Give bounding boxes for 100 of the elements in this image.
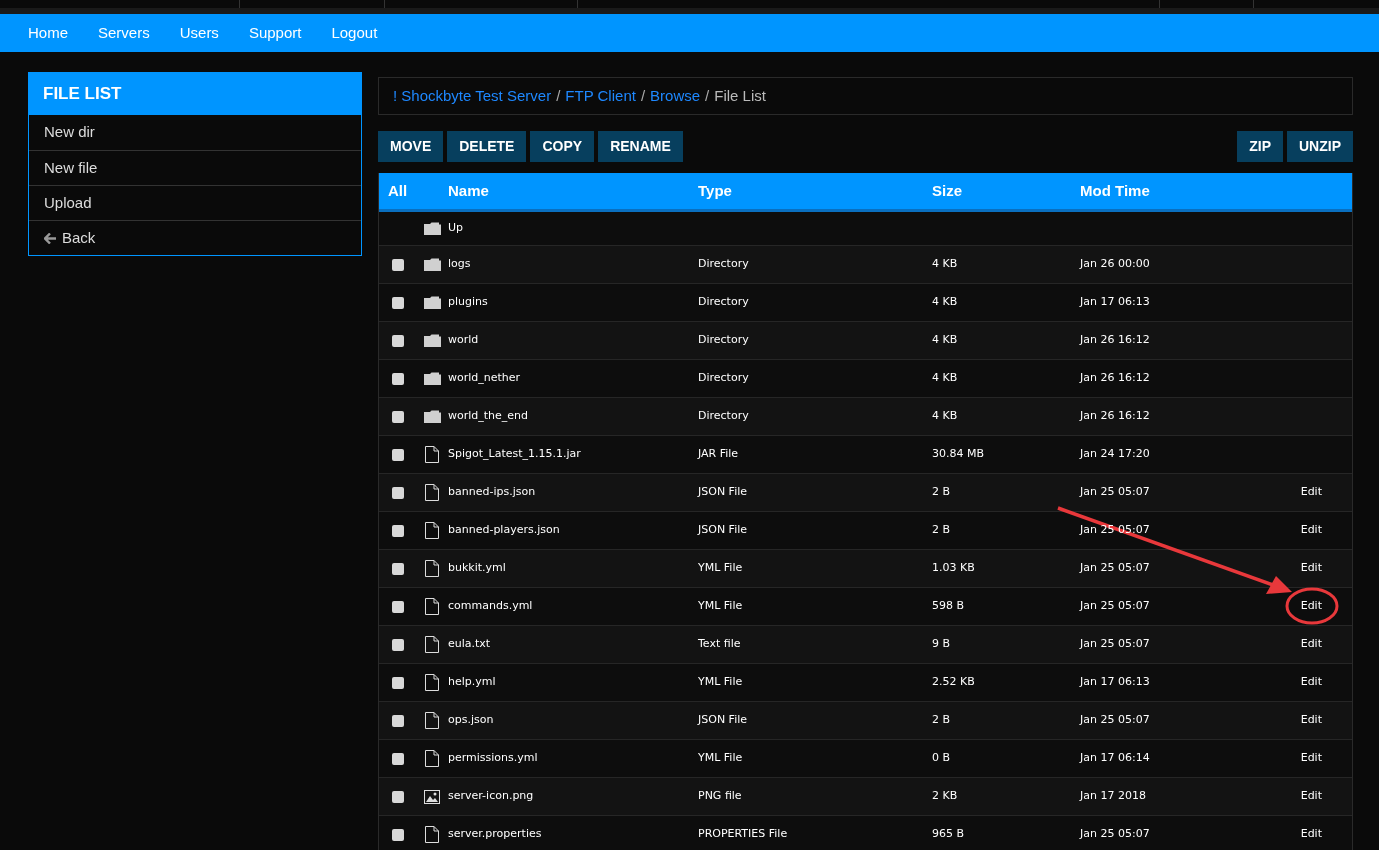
table-cell: 4 KB [932, 408, 958, 425]
table-cell: 9 B [932, 636, 951, 653]
edit-link[interactable]: Edit [1300, 674, 1322, 691]
up-link[interactable]: Up [448, 220, 464, 237]
file-icon [425, 598, 439, 615]
edit-link[interactable]: Edit [1300, 750, 1322, 767]
file-name-link[interactable]: plugins [448, 294, 488, 311]
checkbox[interactable] [391, 638, 404, 651]
table-cell: 4 KB [932, 294, 958, 311]
file-name-link[interactable]: help.yml [448, 674, 496, 691]
table-cell: Jan 25 05:07 [1080, 712, 1150, 729]
table-cell: YML File [698, 750, 743, 767]
table-cell: 2.52 KB [932, 674, 975, 691]
checkbox[interactable] [391, 828, 404, 841]
file-name-link[interactable]: eula.txt [448, 636, 491, 653]
checkbox[interactable] [391, 752, 404, 765]
toolbar-button[interactable]: MOVE [378, 131, 444, 162]
edit-link[interactable]: Edit [1300, 484, 1322, 501]
checkbox[interactable] [391, 296, 404, 309]
table-cell: Jan 25 05:07 [1080, 826, 1150, 843]
table-cell: Jan 26 16:12 [1080, 408, 1150, 425]
breadcrumb-separator: / [705, 85, 710, 106]
table-cell: 598 B [932, 598, 965, 615]
table-cell: Jan 17 06:13 [1080, 674, 1150, 691]
checkbox[interactable] [391, 790, 404, 803]
breadcrumb-link[interactable]: FTP Client [565, 84, 636, 108]
checkbox[interactable] [391, 486, 404, 499]
checkbox[interactable] [391, 714, 404, 727]
file-icon [425, 560, 439, 577]
breadcrumb-separator: / [556, 85, 561, 106]
table-cell: 2 KB [932, 788, 958, 805]
file-icon [425, 674, 439, 691]
table-cell: Directory [698, 256, 749, 273]
checkbox[interactable] [391, 258, 404, 271]
toolbar-button[interactable]: DELETE [447, 131, 527, 162]
breadcrumb-link[interactable]: ! Shockbyte Test Server [393, 84, 552, 108]
table-cell: Directory [698, 294, 749, 311]
file-icon [425, 636, 439, 653]
table-cell: Jan 17 2018 [1080, 788, 1146, 805]
table-cell: 4 KB [932, 332, 958, 349]
file-name-link[interactable]: world [448, 332, 479, 349]
table-cell: Directory [698, 370, 749, 387]
table-cell: Jan 17 06:13 [1080, 294, 1150, 311]
folder-icon [423, 296, 441, 309]
file-icon [425, 484, 439, 501]
column-header: Name [448, 180, 490, 201]
checkbox[interactable] [391, 524, 404, 537]
table-cell: Jan 25 05:07 [1080, 484, 1150, 501]
table-cell: 1.03 KB [932, 560, 975, 577]
file-name-link[interactable]: server.properties [448, 826, 542, 843]
file-name-link[interactable]: logs [448, 256, 471, 273]
file-icon [425, 446, 439, 463]
file-name-link[interactable]: world_nether [448, 370, 521, 387]
arrow-left-icon [44, 232, 56, 244]
table-cell: JSON File [698, 712, 748, 729]
breadcrumb-separator: / [640, 85, 646, 106]
folder-icon [423, 410, 441, 423]
file-icon [425, 522, 439, 539]
file-name-link[interactable]: ops.json [448, 712, 494, 729]
checkbox[interactable] [391, 562, 404, 575]
table-cell: Directory [698, 332, 749, 349]
toolbar-button[interactable]: COPY [530, 131, 595, 162]
sidebar-title: FILE LIST [29, 73, 361, 115]
table-cell: Jan 24 17:20 [1080, 446, 1150, 463]
table-cell: 0 B [932, 750, 951, 767]
checkbox[interactable] [391, 372, 404, 385]
breadcrumb-current: File List [714, 85, 766, 106]
edit-link[interactable]: Edit [1300, 598, 1322, 615]
folder-icon [423, 222, 441, 235]
toolbar-button[interactable]: ZIP [1237, 131, 1283, 162]
edit-link[interactable]: Edit [1300, 712, 1322, 729]
checkbox[interactable] [391, 448, 404, 461]
table-cell: PROPERTIES File [698, 826, 788, 843]
file-name-link[interactable]: banned-players.json [448, 522, 560, 539]
checkbox[interactable] [391, 600, 404, 613]
checkbox[interactable] [391, 676, 404, 689]
file-name-link[interactable]: permissions.yml [448, 750, 538, 767]
toolbar-button[interactable]: RENAME [598, 131, 683, 162]
breadcrumb-link[interactable]: Browse [650, 84, 701, 108]
edit-link[interactable]: Edit [1300, 826, 1322, 843]
table-cell: JSON File [698, 484, 748, 501]
folder-icon [423, 334, 441, 347]
file-name-link[interactable]: banned-ips.json [448, 484, 536, 501]
folder-icon [423, 372, 441, 385]
table-cell: 2 B [932, 712, 951, 729]
checkbox[interactable] [391, 334, 404, 347]
checkbox[interactable] [391, 410, 404, 423]
file-name-link[interactable]: world_the_end [448, 408, 529, 425]
toolbar-button[interactable]: UNZIP [1287, 131, 1353, 162]
file-name-link[interactable]: bukkit.yml [448, 560, 506, 577]
file-name-link[interactable]: Spigot_Latest_1.15.1.jar [448, 446, 581, 463]
file-name-link[interactable]: server-icon.png [448, 788, 534, 805]
file-name-link[interactable]: commands.yml [448, 598, 533, 615]
table-cell: 2 B [932, 522, 951, 539]
edit-link[interactable]: Edit [1300, 636, 1322, 653]
table-cell: Text file [698, 636, 741, 653]
edit-link[interactable]: Edit [1300, 560, 1322, 577]
edit-link[interactable]: Edit [1300, 522, 1322, 539]
table-cell: Jan 26 00:00 [1080, 256, 1150, 273]
edit-link[interactable]: Edit [1300, 788, 1322, 805]
